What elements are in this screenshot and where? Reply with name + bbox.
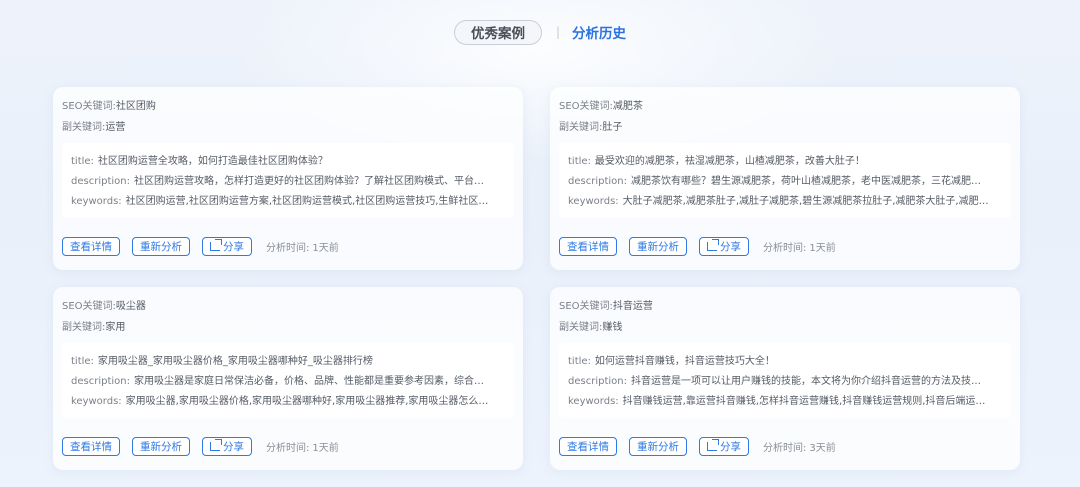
description-line: description: 社区团购运营攻略，怎样打造更好的社区团购体验？了解社区团… xyxy=(71,176,484,187)
tab-separator: | xyxy=(555,25,561,39)
analysis-time: 分析时间: 1天前 xyxy=(266,442,339,454)
description-value: 社区团购运营攻略，怎样打造更好的社区团购体验？了解社区团购模式、平台… xyxy=(133,176,484,187)
sub-keyword-value: 运营 xyxy=(105,122,126,133)
description-value: 家用吸尘器是家庭日常保洁必备，价格、品牌、性能都是重要参考因素，综合… xyxy=(133,376,484,387)
description-value: 抖音运营是一项可以让用户赚钱的技能，本文将为你介绍抖音运营的方法及技… xyxy=(630,376,981,387)
seo-keyword-row: SEO关键词:吸尘器 xyxy=(62,301,146,312)
tab-analysis-history[interactable]: 分析历史 xyxy=(572,22,626,42)
share-button[interactable]: 分享 xyxy=(202,236,252,256)
reanalyze-button[interactable]: 重新分析 xyxy=(132,436,190,456)
seo-keyword-value: 吸尘器 xyxy=(115,301,146,312)
card-actions: 查看详情 重新分析 分享 分析时间: 3天前 xyxy=(559,436,836,456)
sub-keyword-row: 副关键词:运营 xyxy=(62,122,126,133)
keywords-value: 大肚子减肥茶,减肥茶肚子,减肚子减肥茶,碧生源减肥茶拉肚子,减肥茶大肚子,减肥… xyxy=(622,196,989,207)
title-line: title: 如何运营抖音赚钱，抖音运营技巧大全！ xyxy=(568,356,775,367)
history-card: SEO关键词:抖音运营 副关键词:赚钱 title: 如何运营抖音赚钱，抖音运营技… xyxy=(550,287,1020,470)
reanalyze-button[interactable]: 重新分析 xyxy=(629,236,687,256)
sub-keyword-value: 家用 xyxy=(105,322,126,333)
sub-keyword-value: 赚钱 xyxy=(602,322,623,333)
reanalyze-button[interactable]: 重新分析 xyxy=(629,436,687,456)
description-line: description: 减肥茶饮有哪些？碧生源减肥茶，荷叶山楂减肥茶，老中医减肥… xyxy=(568,176,981,187)
history-card: SEO关键词:减肥茶 副关键词:肚子 title: 最受欢迎的减肥茶，祛湿减肥茶，… xyxy=(550,87,1020,270)
seo-keyword-row: SEO关键词:抖音运营 xyxy=(559,301,653,312)
result-preview: title: 社区团购运营全攻略，如何打造最佳社区团购体验？ descriptio… xyxy=(62,143,514,218)
keywords-line: keywords: 大肚子减肥茶,减肥茶肚子,减肚子减肥茶,碧生源减肥茶拉肚子,减… xyxy=(568,196,989,207)
analysis-time: 分析时间: 3天前 xyxy=(763,442,836,454)
keywords-line: keywords: 社区团购运营,社区团购运营方案,社区团购运营模式,社区团购运营… xyxy=(71,196,489,207)
share-icon xyxy=(210,438,222,451)
share-icon xyxy=(707,438,719,451)
history-card: SEO关键词:吸尘器 副关键词:家用 title: 家用吸尘器_家用吸尘器价格_家… xyxy=(53,287,523,470)
tab-bar: 优秀案例 | 分析历史 xyxy=(0,19,1080,45)
seo-keyword-row: SEO关键词:减肥茶 xyxy=(559,101,643,112)
sub-keyword-row: 副关键词:赚钱 xyxy=(559,322,623,333)
card-actions: 查看详情 重新分析 分享 分析时间: 1天前 xyxy=(62,236,339,256)
tab-excellent-cases[interactable]: 优秀案例 xyxy=(453,19,542,45)
keywords-value: 抖音赚钱运营,靠运营抖音赚钱,怎样抖音运营赚钱,抖音赚钱运营规则,抖音后端运… xyxy=(622,396,986,407)
keywords-value: 家用吸尘器,家用吸尘器价格,家用吸尘器哪种好,家用吸尘器推荐,家用吸尘器怎么… xyxy=(125,396,489,407)
keywords-line: keywords: 家用吸尘器,家用吸尘器价格,家用吸尘器哪种好,家用吸尘器推荐,… xyxy=(71,396,489,407)
view-details-button[interactable]: 查看详情 xyxy=(62,436,120,456)
keywords-value: 社区团购运营,社区团购运营方案,社区团购运营模式,社区团购运营技巧,生鲜社区… xyxy=(125,196,489,207)
keywords-line: keywords: 抖音赚钱运营,靠运营抖音赚钱,怎样抖音运营赚钱,抖音赚钱运营规… xyxy=(568,396,986,407)
description-line: description: 家用吸尘器是家庭日常保洁必备，价格、品牌、性能都是重要参… xyxy=(71,376,484,387)
seo-keyword-row: SEO关键词:社区团购 xyxy=(62,101,156,112)
share-button[interactable]: 分享 xyxy=(202,436,252,456)
sub-keyword-value: 肚子 xyxy=(602,122,623,133)
sub-keyword-row: 副关键词:家用 xyxy=(62,322,126,333)
title-line: title: 社区团购运营全攻略，如何打造最佳社区团购体验？ xyxy=(71,156,328,167)
seo-keyword-value: 减肥茶 xyxy=(612,101,643,112)
result-preview: title: 家用吸尘器_家用吸尘器价格_家用吸尘器哪种好_吸尘器排行榜 desc… xyxy=(62,343,514,418)
description-value: 减肥茶饮有哪些？碧生源减肥茶，荷叶山楂减肥茶，老中医减肥茶，三花减肥… xyxy=(630,176,981,187)
result-preview: title: 最受欢迎的减肥茶，祛湿减肥茶，山楂减肥茶，改善大肚子！ descri… xyxy=(559,143,1011,218)
view-details-button[interactable]: 查看详情 xyxy=(559,236,617,256)
title-value: 社区团购运营全攻略，如何打造最佳社区团购体验？ xyxy=(97,156,328,167)
analysis-time: 分析时间: 1天前 xyxy=(266,242,339,254)
title-line: title: 家用吸尘器_家用吸尘器价格_家用吸尘器哪种好_吸尘器排行榜 xyxy=(71,356,373,367)
seo-keyword-value: 抖音运营 xyxy=(612,301,653,312)
seo-keyword-value: 社区团购 xyxy=(115,101,156,112)
share-button[interactable]: 分享 xyxy=(699,236,749,256)
analysis-time: 分析时间: 1天前 xyxy=(763,242,836,254)
card-actions: 查看详情 重新分析 分享 分析时间: 1天前 xyxy=(62,436,339,456)
share-icon xyxy=(210,238,222,251)
view-details-button[interactable]: 查看详情 xyxy=(559,436,617,456)
title-value: 如何运营抖音赚钱，抖音运营技巧大全！ xyxy=(594,356,775,367)
share-icon xyxy=(707,238,719,251)
share-button[interactable]: 分享 xyxy=(699,436,749,456)
sub-keyword-row: 副关键词:肚子 xyxy=(559,122,623,133)
card-actions: 查看详情 重新分析 分享 分析时间: 1天前 xyxy=(559,236,836,256)
description-line: description: 抖音运营是一项可以让用户赚钱的技能，本文将为你介绍抖音运… xyxy=(568,376,981,387)
history-card: SEO关键词:社区团购 副关键词:运营 title: 社区团购运营全攻略，如何打造… xyxy=(53,87,523,270)
title-value: 最受欢迎的减肥茶，祛湿减肥茶，山楂减肥茶，改善大肚子！ xyxy=(594,156,865,167)
reanalyze-button[interactable]: 重新分析 xyxy=(132,236,190,256)
title-line: title: 最受欢迎的减肥茶，祛湿减肥茶，山楂减肥茶，改善大肚子！ xyxy=(568,156,865,167)
result-preview: title: 如何运营抖音赚钱，抖音运营技巧大全！ description: 抖音运… xyxy=(559,343,1011,418)
view-details-button[interactable]: 查看详情 xyxy=(62,236,120,256)
title-value: 家用吸尘器_家用吸尘器价格_家用吸尘器哪种好_吸尘器排行榜 xyxy=(97,356,373,367)
